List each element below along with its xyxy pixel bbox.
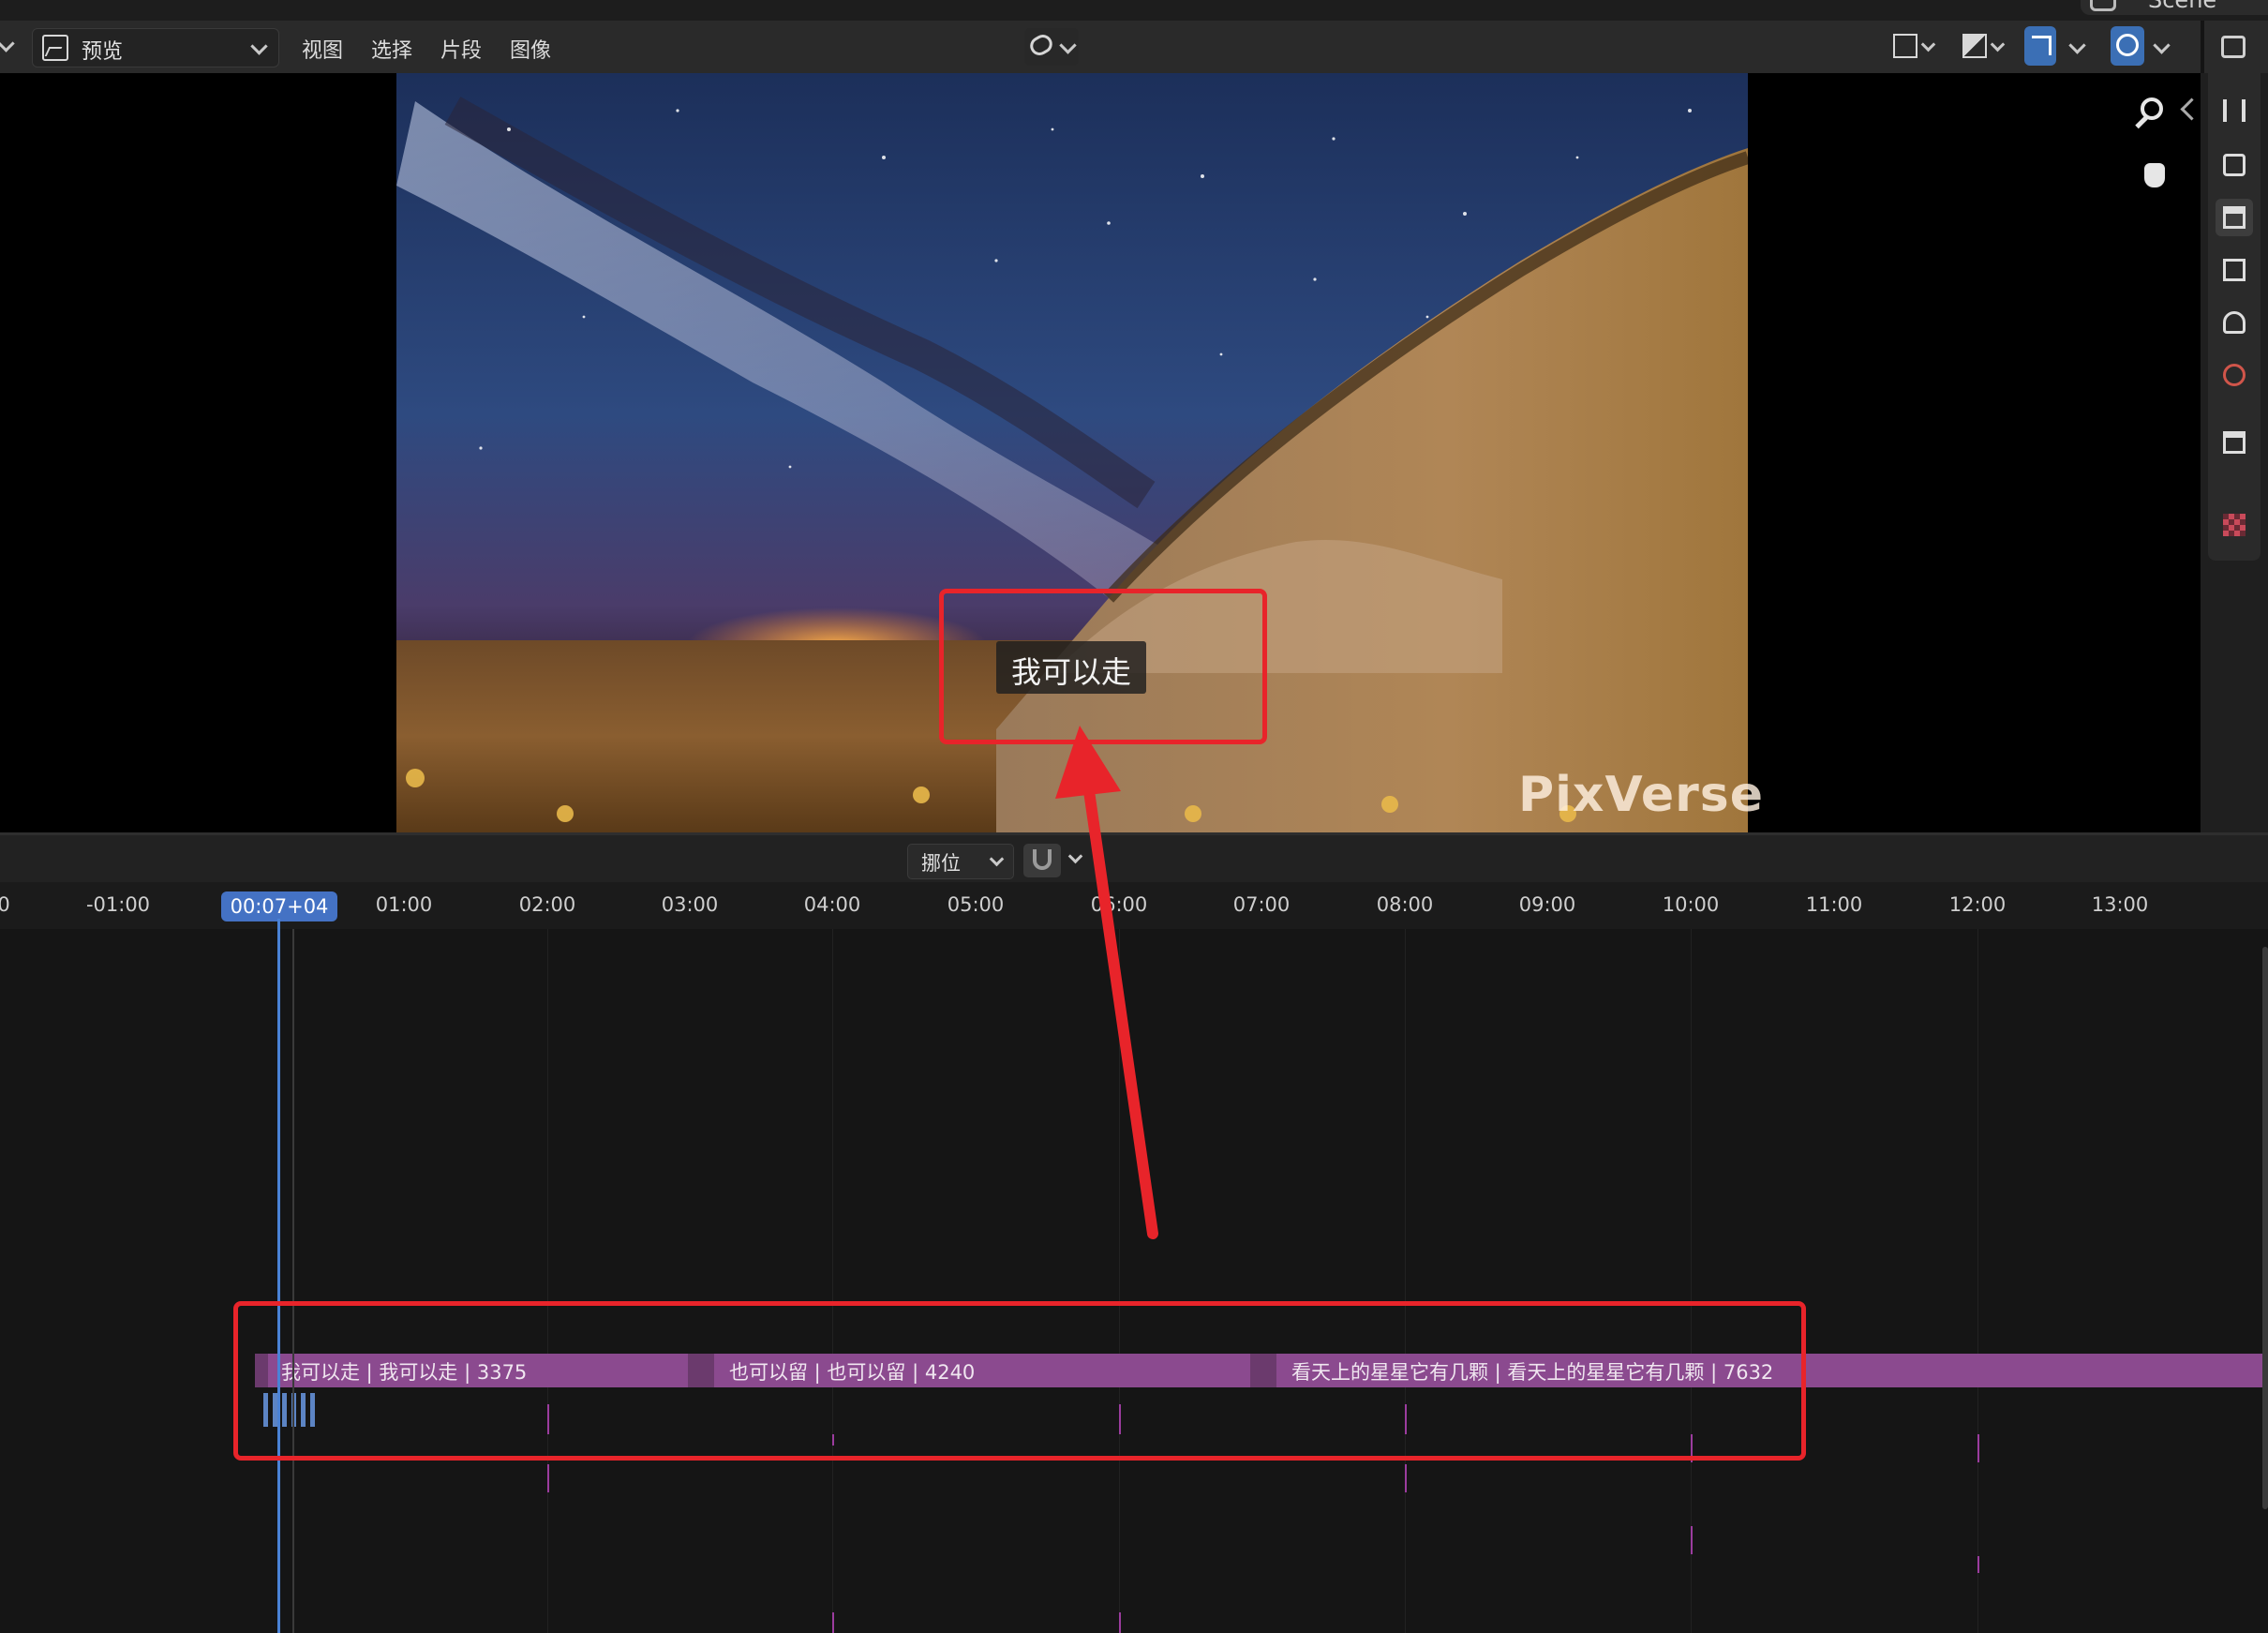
menu-strip[interactable]: 片段 [440, 34, 482, 64]
editor-header: 预览 视图 选择 片段 图像 [0, 21, 2201, 74]
zoom-handle [2135, 115, 2148, 129]
gizmo-chevron-icon[interactable] [2068, 37, 2086, 54]
marker [832, 1612, 834, 1633]
ruler-label: 08:00 [1376, 893, 1434, 916]
playhead-shadow [292, 929, 294, 1633]
menu-view[interactable]: 视图 [302, 34, 343, 64]
overlay-icon [2116, 34, 2139, 56]
ruler-label: 04:00 [803, 893, 861, 916]
display-mode-dropdown[interactable] [1957, 26, 2006, 66]
gridline [832, 929, 833, 1633]
ruler-label: 05:00 [947, 893, 1005, 916]
chevron-down-icon [1990, 37, 2006, 52]
tab-texture[interactable] [2216, 506, 2253, 544]
chevron-down-icon [250, 37, 268, 55]
tab-world[interactable] [2216, 356, 2253, 394]
gizmo-icon [2032, 36, 2052, 55]
tab-collection[interactable] [2216, 424, 2253, 461]
gridline [1405, 929, 1406, 1633]
ruler-label: 13:00 [2091, 893, 2149, 916]
ruler-label: 07:00 [1232, 893, 1291, 916]
chevron-down-icon [1059, 37, 1077, 54]
render-icon [2223, 154, 2246, 176]
gridline [1977, 929, 1978, 1633]
watermark-text: PixVerse [1518, 767, 1765, 823]
image-channels-icon [1893, 34, 1917, 58]
snap-toggle[interactable] [1023, 844, 1061, 877]
timeline-toolbar [0, 835, 2268, 882]
collection-icon [2223, 431, 2246, 454]
playhead-time-badge[interactable]: 00:07+04 [221, 891, 337, 921]
tab-output[interactable] [2216, 199, 2253, 236]
ruler-label: 03:00 [661, 893, 719, 916]
sequencer-area[interactable] [0, 929, 2268, 1633]
annotation-box-strips [233, 1301, 1806, 1461]
ruler-label: 02:00 [518, 893, 576, 916]
scene-selector[interactable]: Scene [2081, 0, 2268, 15]
ruler-label: 01:00 [375, 893, 433, 916]
vertical-scrollbar[interactable] [2262, 947, 2268, 1509]
view-layer-icon [2223, 259, 2246, 281]
view-mode-label: 预览 [82, 40, 124, 64]
hand-pan-icon [2144, 163, 2165, 187]
display-channels-dropdown[interactable] [1888, 26, 1936, 66]
ruler-label: 09:00 [1518, 893, 1576, 916]
marker [1405, 1464, 1407, 1492]
alpha-icon [1962, 34, 1987, 58]
time-ruler[interactable]: 0 -01:00 01:00 02:00 03:00 04:00 05:00 0… [0, 882, 2268, 929]
ruler-label: 11:00 [1805, 893, 1863, 916]
properties-tab-bar [2201, 73, 2268, 832]
tool-icon [2223, 99, 2246, 122]
marker [1977, 1434, 1979, 1462]
link-icon [1026, 31, 1056, 59]
zoom-tool-button[interactable] [2135, 94, 2176, 135]
tab-scene[interactable] [2216, 304, 2253, 341]
gizmo-toggle[interactable] [2024, 26, 2056, 66]
ruler-label: 0 [0, 893, 10, 916]
marker [1977, 1556, 1979, 1573]
pan-tool-button[interactable] [2135, 154, 2176, 195]
marker [1691, 1526, 1693, 1554]
scene-props-icon [2223, 311, 2246, 334]
overlay-chevron-icon[interactable] [2153, 37, 2171, 54]
sidebar-toggle-icon [2221, 36, 2246, 58]
tab-view-layer[interactable] [2216, 251, 2253, 289]
view-mode-dropdown[interactable]: 预览 [32, 28, 279, 67]
scene-label: Scene [2148, 0, 2217, 13]
playhead-line[interactable] [277, 919, 280, 1633]
tab-tool[interactable] [2216, 92, 2253, 129]
marker [547, 1464, 549, 1492]
gridline [1119, 929, 1120, 1633]
ruler-label: 10:00 [1662, 893, 1720, 916]
magnet-icon [1033, 849, 1052, 870]
overlay-toggle[interactable] [2111, 26, 2144, 66]
marker [1119, 1612, 1121, 1633]
scene-icon [2090, 0, 2116, 11]
world-icon [2223, 364, 2246, 386]
output-icon [2223, 206, 2246, 229]
annotation-box-subtitle [939, 589, 1267, 744]
editor-type-chevron-icon[interactable] [0, 35, 15, 52]
link-dropdown[interactable] [1024, 28, 1079, 66]
image-preview-icon [42, 35, 68, 61]
menu-select[interactable]: 选择 [371, 34, 412, 64]
sidebar-toggle-area[interactable] [2204, 21, 2268, 73]
ruler-label: -01:00 [85, 893, 151, 916]
ruler-label: 06:00 [1090, 893, 1148, 916]
gridline [547, 929, 548, 1633]
menu-image[interactable]: 图像 [510, 34, 551, 64]
ruler-label: 12:00 [1948, 893, 2007, 916]
texture-icon [2223, 514, 2246, 536]
chevron-down-icon [989, 851, 1005, 867]
top-bar [0, 0, 2268, 21]
snap-mode-label: 挪位 [921, 852, 961, 875]
snap-mode-dropdown[interactable]: 挪位 [907, 844, 1014, 879]
tab-render[interactable] [2216, 146, 2253, 184]
chevron-down-icon [1920, 37, 1936, 52]
